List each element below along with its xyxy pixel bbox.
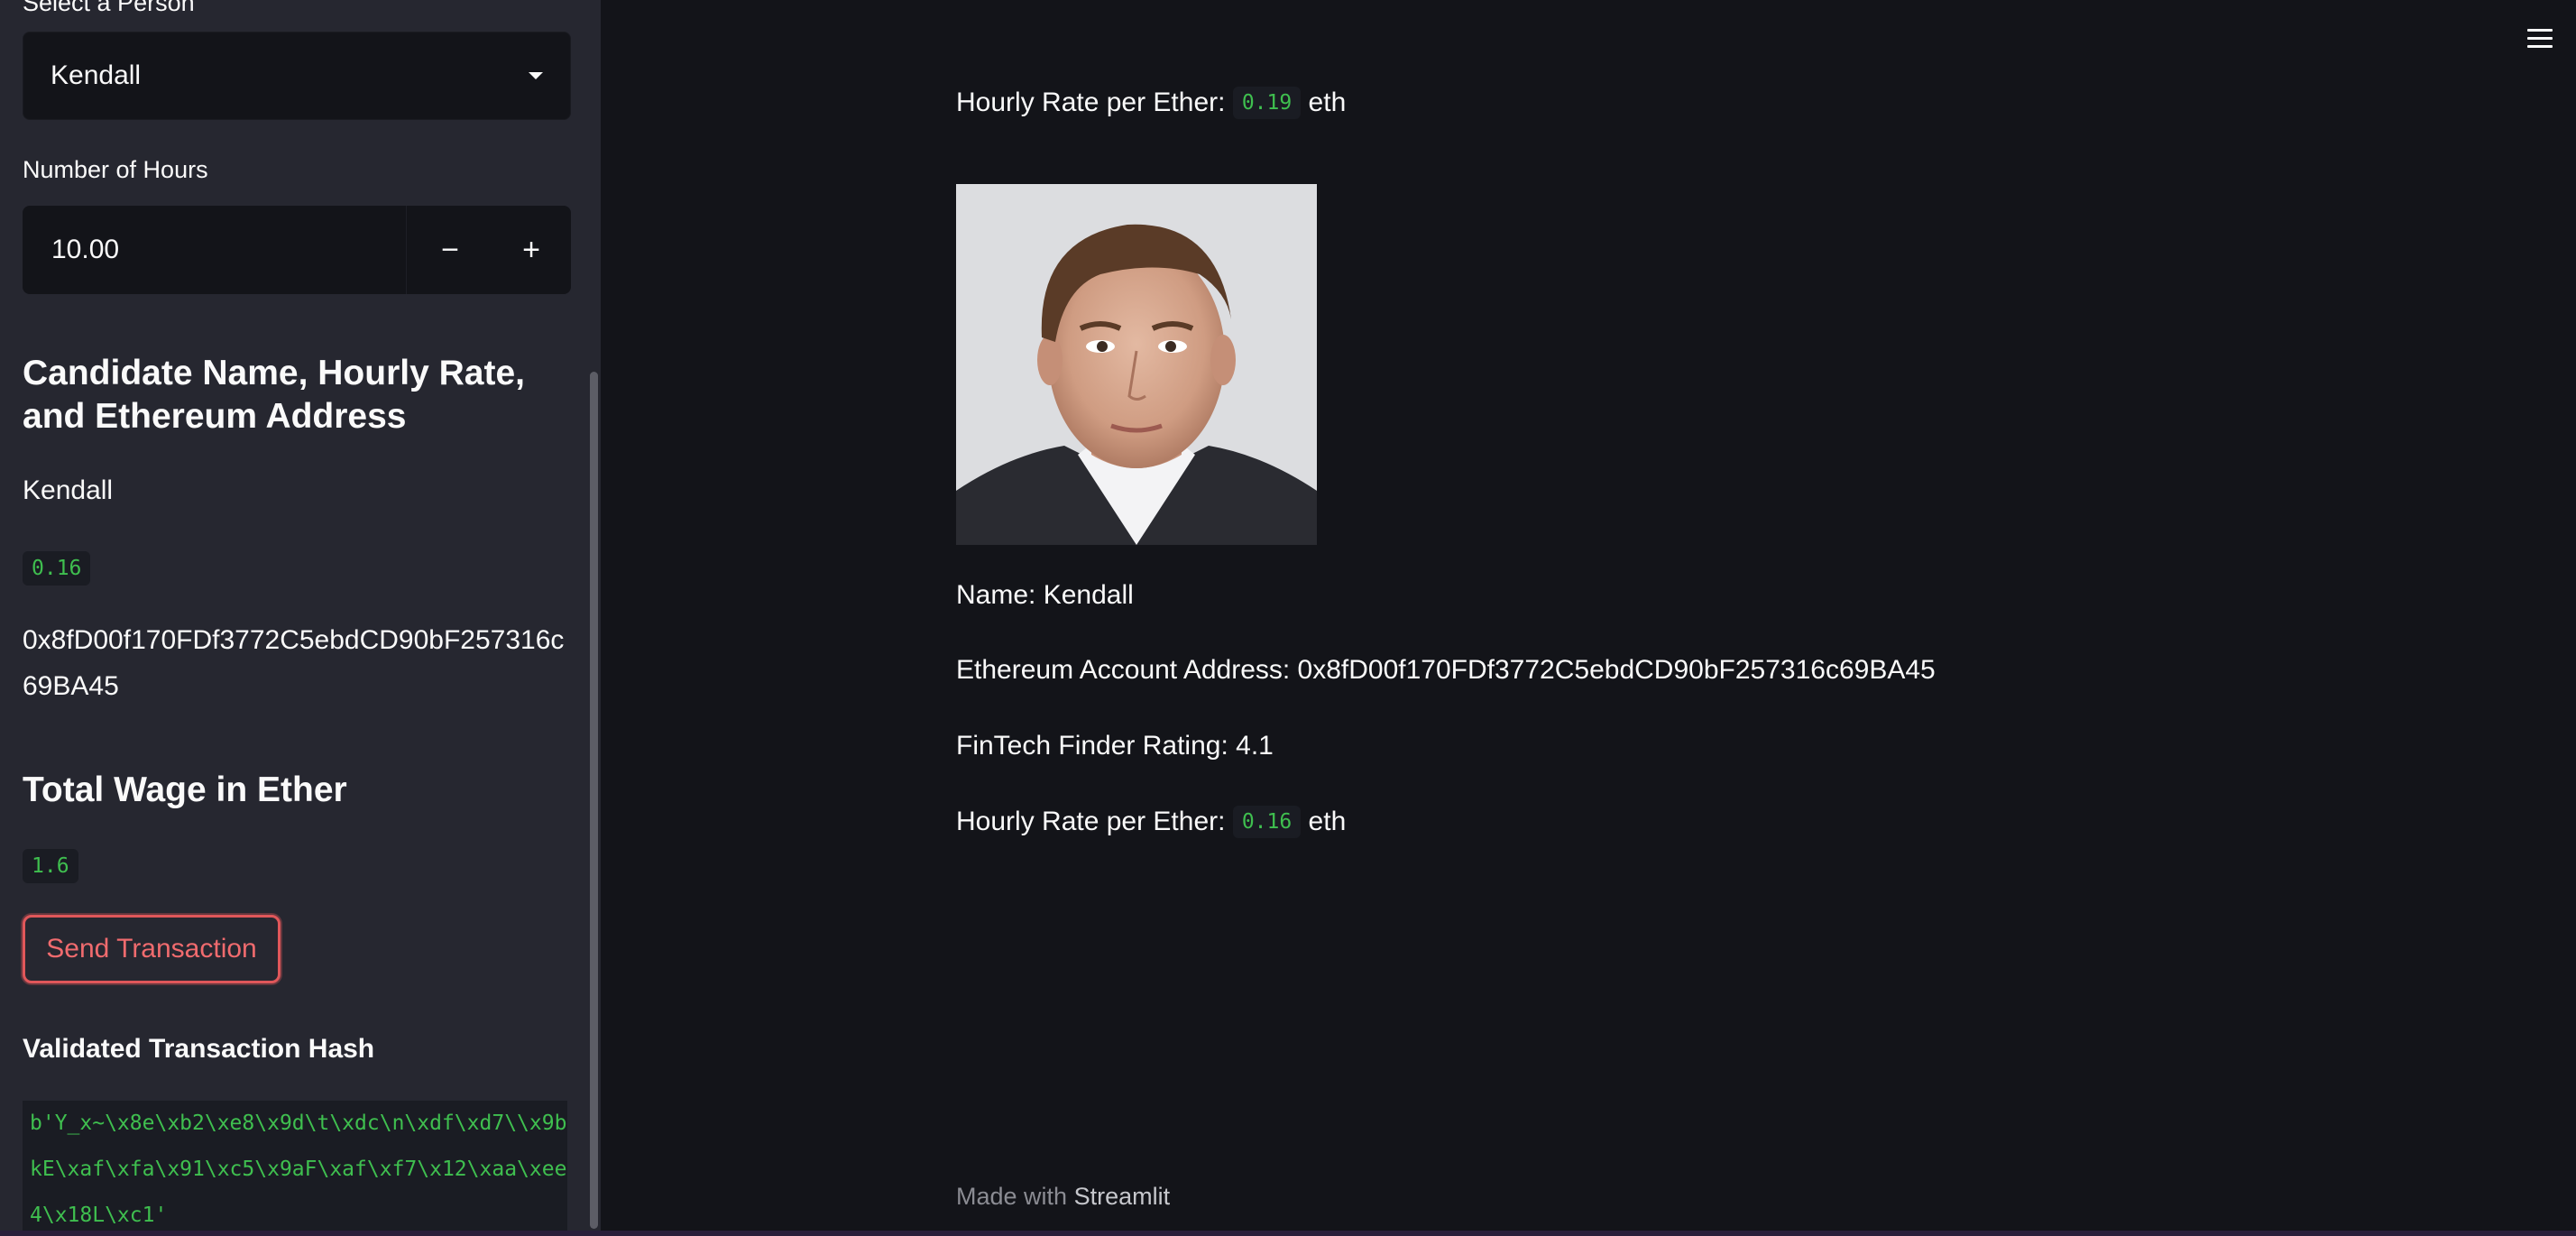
footer-prefix: Made with — [956, 1183, 1068, 1210]
transaction-hash: b'Y_x~\x8e\xb2\xe8\x9d\t\xdc\n\xdf\xd7\\… — [23, 1101, 567, 1236]
sidebar-scrollbar[interactable] — [590, 372, 598, 1229]
candidate-name-line: Name: Kendall — [956, 580, 1134, 610]
candidate-heading: Candidate Name, Hourly Rate, and Ethereu… — [23, 354, 525, 436]
rate-unit: eth — [1308, 807, 1347, 836]
hours-label: Number of Hours — [23, 156, 208, 183]
hours-input-value[interactable]: 10.00 — [51, 235, 119, 265]
number-input-divider — [406, 206, 407, 294]
rating-line: FinTech Finder Rating: 4.1 — [956, 731, 1274, 761]
candidate-rate: 0.16 — [23, 551, 91, 586]
candidate-name: Kendall — [23, 475, 114, 505]
hourly-rate: Hourly Rate per Ether: 0.16 eth — [956, 806, 1346, 838]
rate-value: 0.16 — [1232, 806, 1302, 838]
person-select-value: Kendall — [51, 60, 142, 90]
person-select[interactable]: Kendall — [23, 32, 571, 120]
rate-label: Hourly Rate per Ether: — [956, 807, 1226, 836]
candidate-rate-code: 0.16 — [23, 551, 91, 586]
candidate-portrait — [956, 184, 1317, 545]
top-rate-value: 0.19 — [1232, 87, 1302, 119]
bottom-edge — [0, 1231, 2576, 1236]
wage-value-code: 1.6 — [23, 849, 78, 883]
top-hourly-rate: Hourly Rate per Ether: 0.19 eth — [956, 87, 1346, 119]
sidebar: Select a Person Kendall Number of Hours … — [0, 0, 601, 1236]
hours-number-input[interactable]: 10.00 − + — [23, 206, 571, 294]
wage-value: 1.6 — [23, 849, 78, 883]
top-rate-label: Hourly Rate per Ether: — [956, 88, 1226, 117]
wage-heading: Total Wage in Ether — [23, 770, 347, 809]
main-content: Hourly Rate per Ether: 0.19 eth Name: Ke… — [601, 0, 2576, 1236]
send-transaction-button[interactable]: Send Transaction — [23, 915, 281, 983]
select-person-label: Select a Person — [23, 0, 195, 16]
hamburger-menu-icon[interactable] — [2527, 27, 2558, 52]
streamlit-link[interactable]: Streamlit — [1074, 1183, 1171, 1210]
ethereum-address-line: Ethereum Account Address: 0x8fD00f170FDf… — [956, 655, 1936, 685]
portrait-illustration — [956, 184, 1317, 545]
increment-button[interactable]: + — [492, 206, 571, 294]
top-rate-unit: eth — [1308, 88, 1347, 117]
footer: Made with Streamlit — [956, 1183, 1170, 1211]
decrement-button[interactable]: − — [410, 206, 490, 294]
chevron-down-icon — [529, 72, 543, 79]
candidate-address: 0x8fD00f170FDf3772C5ebdCD90bF257316c69BA… — [23, 625, 565, 701]
hash-heading: Validated Transaction Hash — [23, 1034, 375, 1064]
